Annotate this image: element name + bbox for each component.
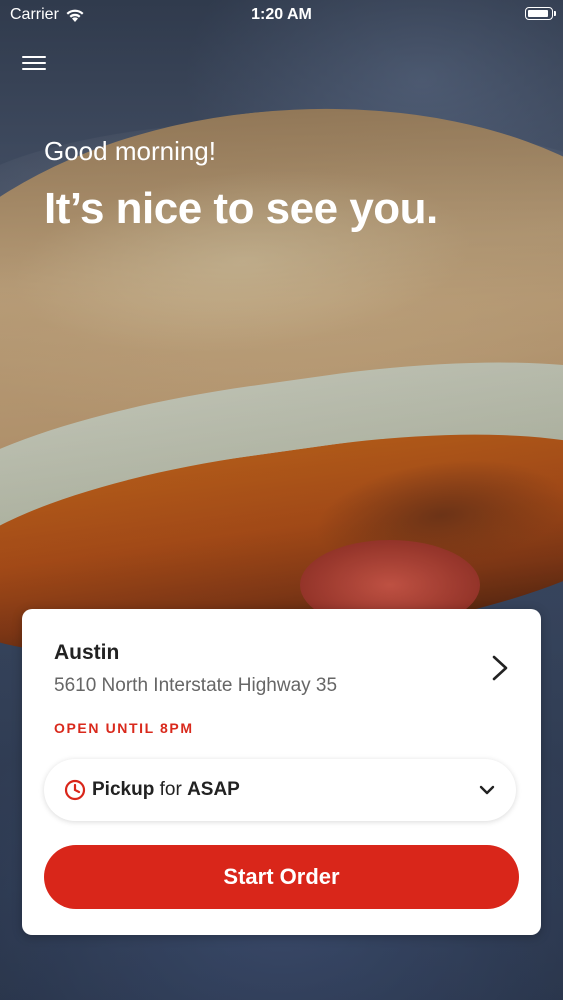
clock-icon (64, 779, 86, 801)
pickup-time: ASAP (187, 779, 240, 800)
start-order-button[interactable]: Start Order (44, 845, 519, 909)
store-name[interactable]: Austin (54, 641, 119, 665)
pickup-connector: for (159, 779, 182, 800)
store-address[interactable]: 5610 North Interstate Highway 35 (54, 675, 337, 697)
pickup-time-selector[interactable]: Pickup for ASAP (44, 759, 516, 821)
location-card: Austin 5610 North Interstate Highway 35 … (22, 609, 541, 935)
status-time: 1:20 AM (251, 6, 312, 23)
chevron-down-icon[interactable] (478, 781, 496, 799)
store-hours-status: OPEN UNTIL 8PM (54, 720, 194, 736)
status-bar: Carrier 1:20 AM (0, 0, 563, 30)
chevron-right-icon[interactable] (487, 653, 513, 683)
greeting-text: Good morning! (44, 136, 216, 166)
pickup-mode: Pickup (92, 779, 155, 800)
hamburger-icon[interactable] (22, 52, 46, 76)
battery-icon (525, 7, 556, 20)
pickup-label: Pickup for ASAP (92, 779, 240, 801)
welcome-headline: It’s nice to see you. (44, 184, 438, 233)
